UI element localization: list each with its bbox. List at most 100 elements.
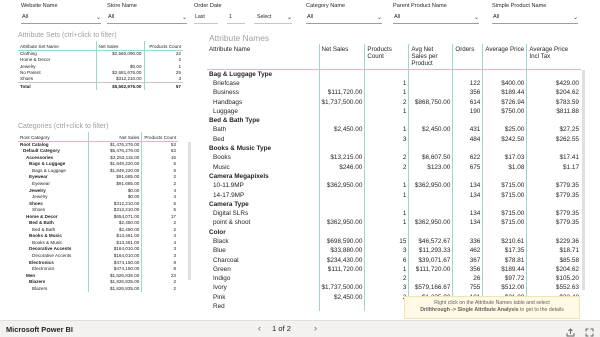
attribute-row[interactable]: Ivory $1,737,500.00 3 $579,166.67 755 $512.00…: [207, 283, 581, 293]
avg-net-sales-cell: [408, 199, 453, 209]
products-count-cell: 1: [364, 125, 409, 135]
categories-title: Categories (ctrl+click to filter): [18, 123, 109, 130]
attribute-group-row[interactable]: Camera Type: [207, 199, 581, 209]
share-icon[interactable]: [566, 324, 575, 337]
attribute-row[interactable]: Bed 3 484 $242.50 $262.55: [207, 134, 581, 144]
column-header[interactable]: Products Count: [364, 44, 409, 70]
drillthrough-hint: Right click on the Attribute Names table…: [404, 296, 580, 319]
avg-price-incl-tax-cell: $552.63: [526, 283, 581, 293]
attribute-row[interactable]: Luggage 1 190 $750.00 $811.88: [207, 106, 581, 116]
avg-net-sales-cell: $11,293.33: [408, 246, 453, 256]
attribute-group-row[interactable]: Books & Music Type: [207, 143, 581, 154]
category-row[interactable]: Blazers $1,826,835.00 2: [18, 285, 178, 292]
attribute-row[interactable]: Briefcase 1 122 $400.00 $429.00: [207, 78, 581, 89]
avg-price-cell: $715.00: [482, 190, 527, 200]
attribute-row[interactable]: Digital SLRs 1 134 $715.00 $779.35: [207, 208, 581, 219]
column-header[interactable]: Average Price: [482, 44, 527, 70]
column-header[interactable]: Products Count: [141, 132, 178, 142]
attribute-row[interactable]: Bath $2,450.00 1 $2,450.00 431 $25.00 $27.25: [207, 125, 581, 135]
categories-scrollbar[interactable]: [188, 142, 191, 280]
column-header[interactable]: Attribute Set Name: [18, 41, 96, 51]
net-sales-cell: $1,826,835.00: [88, 285, 142, 292]
attribute-row[interactable]: Handbags $1,737,500.00 2 $868,750.00 614 $726…: [207, 97, 581, 107]
attribute-sets-table: Attribute Set Name Net Sales Products Co…: [18, 41, 183, 90]
column-header[interactable]: Attribute Name: [207, 44, 319, 70]
avg-net-sales-cell: [408, 274, 453, 284]
attribute-names-scrollbar[interactable]: [582, 70, 585, 290]
attribute-row[interactable]: Indigo 2 26 $97.72 $105.20: [207, 274, 581, 284]
attribute-name: Bath: [213, 126, 227, 134]
slicer-dropdown[interactable]: All ⌄: [393, 13, 479, 24]
avg-net-sales-cell: $362,950.00: [408, 218, 453, 228]
attribute-group-row[interactable]: Color: [207, 227, 581, 237]
attribute-name: Briefcase: [213, 79, 240, 87]
attribute-group-row[interactable]: Bed & Bath Type: [207, 115, 581, 126]
attribute-row[interactable]: 10-11.9MP $362,950.00 1 $362,950.00 134 $715.…: [207, 181, 581, 191]
attribute-name: Charcoal: [213, 256, 239, 264]
slicer-value: All: [493, 14, 500, 20]
attribute-row[interactable]: Business $111,720.00 1 356 $189.44 $204.62: [207, 88, 581, 98]
column-header[interactable]: Avg Net Sales per Product: [408, 44, 453, 70]
column-header[interactable]: Average Price Incl Tax: [526, 44, 581, 70]
avg-price-cell: $400.00: [482, 78, 527, 89]
attribute-row[interactable]: Music $246.00 2 $123.00 675 $1.08 $1.17: [207, 162, 581, 172]
hint-line-2: Drillthrough -> Single Attribute Analysi…: [405, 307, 579, 314]
next-page-icon[interactable]: ›: [314, 323, 317, 333]
slicer-dropdown[interactable]: All ⌄: [306, 13, 382, 24]
attribute-row[interactable]: point & shoot $362,950.00 1 $362,950.00 134 $…: [207, 218, 581, 228]
avg-price-cell: $715.00: [482, 208, 527, 219]
attribute-name: point & shoot: [213, 219, 251, 227]
chevron-down-icon: ⌄: [572, 15, 578, 21]
net-sales-cell: $362,950.00: [318, 181, 365, 191]
column-header[interactable]: Products Count: [143, 41, 183, 51]
column-header[interactable]: Orders: [452, 44, 483, 70]
products-count-cell: 1: [364, 264, 409, 275]
attribute-name: Music: [213, 163, 230, 171]
attribute-row[interactable]: Blue $33,880.00 3 $11,293.33 462 $17.35 $18.71: [207, 246, 581, 256]
attribute-name: Books: [213, 154, 231, 162]
date-count-input[interactable]: 1: [227, 13, 245, 24]
products-count-cell: 3: [364, 134, 409, 144]
attribute-name: Bed: [213, 135, 225, 143]
orders-cell: 190: [452, 106, 483, 116]
slicer-dropdown[interactable]: All ⌄: [492, 13, 578, 24]
fullscreen-icon[interactable]: [585, 324, 594, 337]
hint-bold: Drillthrough -> Single Attribute Analysi…: [420, 307, 519, 313]
avg-price-incl-tax-cell: $17.41: [526, 153, 581, 163]
products-count-cell: 2: [141, 285, 178, 292]
attribute-group-row[interactable]: Bag & Luggage Type: [207, 69, 581, 79]
date-unit-dropdown[interactable]: Select ⌄: [254, 13, 292, 24]
net-sales-cell: $362,950.00: [318, 218, 365, 228]
chevron-down-icon: ⌄: [376, 15, 382, 21]
avg-net-sales-cell: [408, 190, 453, 200]
avg-net-sales-cell: [408, 69, 453, 79]
slicer-dropdown[interactable]: All ⌄: [107, 13, 187, 24]
avg-price-cell: [482, 143, 527, 154]
column-header[interactable]: Root Category: [18, 132, 89, 142]
attribute-group-row[interactable]: Camera Megapixels: [207, 171, 581, 182]
column-header[interactable]: Net Sales: [318, 44, 365, 70]
column-header[interactable]: Net Sales: [88, 132, 142, 142]
net-sales-cell: [318, 227, 365, 237]
attribute-row[interactable]: Books $13,215.00 2 $6,607.50 622 $17.03 $17.41: [207, 153, 581, 163]
attribute-row[interactable]: 14-17.9MP 1 134 $715.00 $779.35: [207, 190, 581, 200]
avg-price-incl-tax-cell: $779.35: [526, 190, 581, 200]
avg-price-incl-tax-cell: [526, 171, 581, 182]
prev-page-icon[interactable]: ‹: [258, 323, 261, 333]
avg-net-sales-cell: $2,450.00: [408, 125, 453, 135]
slicer-dropdown[interactable]: All ⌄: [21, 13, 101, 24]
attribute-row[interactable]: Black $698,590.00 15 $46,572.67 336 $210.61 $2…: [207, 236, 581, 247]
net-sales-cell: $698,590.00: [318, 236, 365, 247]
avg-price-incl-tax-cell: $229.36: [526, 236, 581, 247]
net-sales-cell: [318, 208, 365, 219]
column-header[interactable]: Net Sales: [95, 41, 144, 51]
avg-price-cell: $512.00: [482, 283, 527, 293]
avg-price-cell: $210.61: [482, 236, 527, 247]
attribute-row[interactable]: Green $111,720.00 1 $111,720.00 356 $189.44 $2…: [207, 264, 581, 275]
brand-label[interactable]: Microsoft Power BI: [6, 325, 73, 334]
attribute-name: Books & Music Type: [209, 145, 272, 153]
attribute-row[interactable]: Charcoal $234,430.00 6 $39,071.67 367 $78.81 $…: [207, 255, 581, 265]
date-period-dropdown[interactable]: Last: [194, 13, 218, 24]
products-count-cell: 1: [364, 181, 409, 191]
page-indicator: 1 of 2: [272, 324, 291, 333]
